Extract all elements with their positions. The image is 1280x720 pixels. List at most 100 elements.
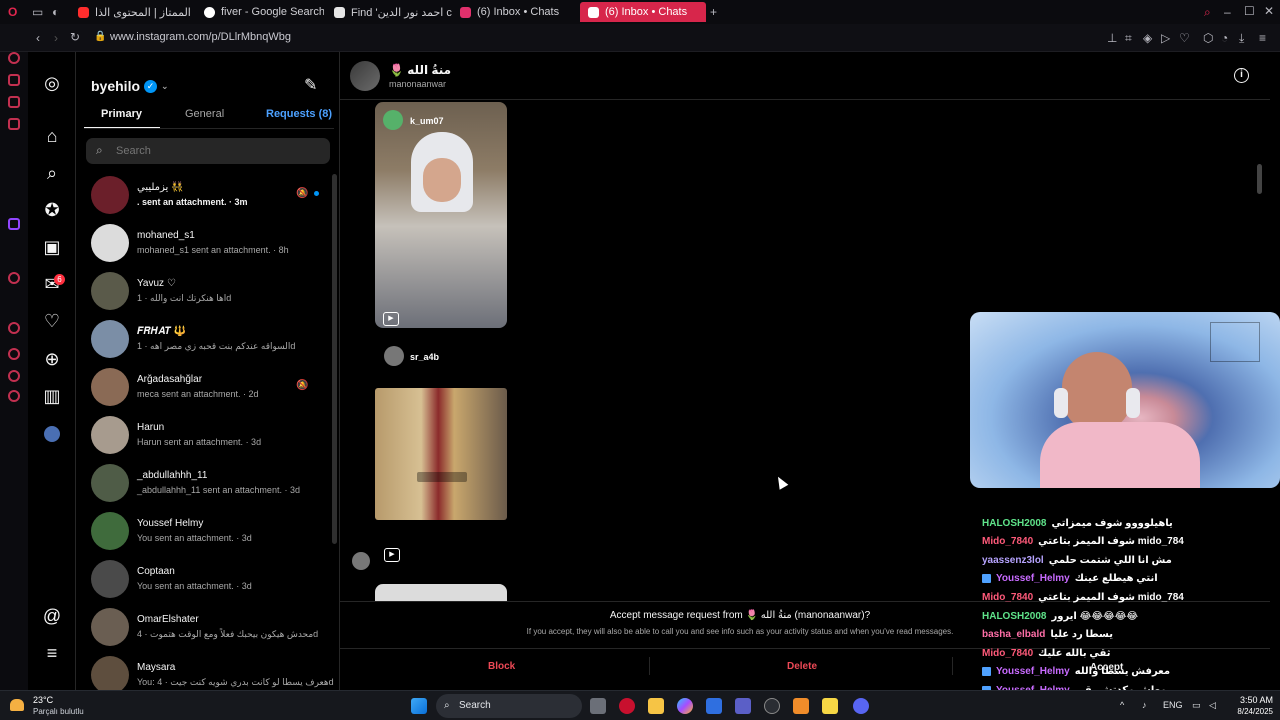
twitch-icon[interactable]: [8, 218, 20, 230]
stream-chat-text: يسطا رد عليا: [1050, 629, 1113, 641]
conversation-item[interactable]: _abdullahhh_11 _abdullahhh_11 sent an att…: [76, 460, 326, 508]
conversation-item[interactable]: OmarElshater محدش هيكون بيحبك فعلاً ومع ا…: [76, 604, 326, 652]
create-icon[interactable]: ⊕: [42, 349, 62, 369]
conversation-item[interactable]: Maysara You: هعرف يسطا لو كانت بدري شويه …: [76, 652, 334, 690]
app-icon[interactable]: [793, 698, 809, 714]
tab-2[interactable]: Find 'احمد نور الدين core': [326, 2, 452, 22]
chevron-up-icon[interactable]: ^: [1120, 700, 1124, 710]
messenger-icon[interactable]: [8, 74, 20, 86]
easy-setup-icon[interactable]: ≡: [1259, 31, 1266, 45]
instagram-rail-icon[interactable]: [8, 118, 20, 130]
info-icon[interactable]: i: [1234, 68, 1249, 83]
threads-icon[interactable]: @: [42, 606, 62, 626]
tab-0[interactable]: السيت الممتاز | المحتوى الذا: [70, 2, 194, 22]
conversation-item[interactable]: Yavuz ♡ اها هنكرتك انت والله · 1d: [76, 268, 326, 316]
conversation-item[interactable]: 𝑭𝑹𝑯𝑨𝑻 🔱 السواقه عندكم بنت قحبه زي مصر اهه…: [76, 316, 326, 364]
delete-button[interactable]: Delete: [787, 661, 817, 672]
keyboard-language[interactable]: ENG: [1163, 700, 1183, 710]
obs-icon[interactable]: [764, 698, 780, 714]
clock-date[interactable]: 8/24/2025: [1227, 707, 1273, 716]
store-icon[interactable]: [706, 698, 722, 714]
volume-icon[interactable]: ◁: [1209, 700, 1216, 711]
conversation-item[interactable]: Harun Harun sent an attachment. · 3d: [76, 412, 326, 460]
new-message-icon[interactable]: ✎: [304, 75, 317, 95]
opera-taskbar-icon[interactable]: [619, 698, 635, 714]
weather-temperature[interactable]: 23°C: [33, 695, 53, 705]
scrollbar[interactable]: [1257, 164, 1262, 194]
workspaces-icon[interactable]: ▭: [32, 5, 43, 19]
play-icon[interactable]: ▷: [1161, 31, 1170, 45]
forward-icon[interactable]: ›: [54, 31, 58, 45]
snapshot-icon[interactable]: ⌗: [1125, 31, 1132, 45]
maximize-icon[interactable]: ☐: [1244, 4, 1255, 18]
new-tab-button[interactable]: +: [710, 5, 717, 19]
history-icon[interactable]: [8, 348, 20, 360]
minimize-icon[interactable]: –: [1224, 5, 1231, 19]
copilot-icon[interactable]: [677, 698, 693, 714]
tab-4-active[interactable]: (6) Inbox • Chats: [580, 2, 706, 22]
pin-icon[interactable]: ⊥: [1107, 31, 1117, 45]
settings-icon[interactable]: [8, 390, 20, 402]
close-icon[interactable]: ✕: [1264, 4, 1274, 18]
tab-1[interactable]: fiver - Google Search: [196, 2, 324, 22]
account-switcher[interactable]: byehilo ✓ ⌄: [91, 78, 169, 94]
explore-icon[interactable]: ✪: [42, 200, 62, 220]
discord-icon[interactable]: [853, 698, 869, 714]
post-username[interactable]: sr_a4b: [410, 352, 439, 362]
profile-icon[interactable]: ◔: [1221, 31, 1228, 45]
conversation-item[interactable]: Coptaan You sent an attachment. · 3d: [76, 556, 326, 604]
instagram-icon[interactable]: ◎: [42, 73, 62, 93]
opera-logo-icon[interactable]: O: [8, 5, 17, 19]
tab-search-icon[interactable]: ◐: [52, 5, 59, 19]
dashboard-icon[interactable]: ▥: [42, 386, 62, 406]
vpn-icon[interactable]: ◈: [1143, 31, 1152, 45]
clock-time[interactable]: 3:50 AM: [1237, 695, 1273, 705]
teams-icon[interactable]: [735, 698, 751, 714]
pinboard-icon[interactable]: [8, 322, 20, 334]
download-icon[interactable]: ⤓: [1239, 31, 1244, 45]
app-icon[interactable]: [822, 698, 838, 714]
reels-icon[interactable]: ▣: [42, 237, 62, 257]
heart-icon[interactable]: ♡: [1179, 31, 1190, 45]
scrollbar[interactable]: [332, 174, 337, 544]
reload-icon[interactable]: ↻: [70, 30, 80, 44]
tab-3[interactable]: (6) Inbox • Chats: [452, 2, 576, 22]
profile-avatar[interactable]: [44, 426, 60, 442]
search-icon[interactable]: ⌕: [1204, 5, 1211, 19]
post-username[interactable]: k_um07: [410, 116, 444, 126]
menu-icon[interactable]: ≡: [42, 643, 62, 663]
network-icon[interactable]: ▭: [1192, 700, 1201, 711]
search-icon[interactable]: ⌕: [42, 163, 62, 183]
whatsapp-icon[interactable]: [8, 96, 20, 108]
aria-icon[interactable]: [8, 52, 20, 64]
music-icon[interactable]: [8, 272, 20, 284]
home-icon[interactable]: ⌂: [42, 126, 62, 146]
task-view-icon[interactable]: [590, 698, 606, 714]
search-field[interactable]: ⌕: [86, 138, 330, 164]
start-icon[interactable]: [411, 698, 427, 714]
microphone-icon[interactable]: ♪: [1142, 700, 1147, 710]
taskbar-search[interactable]: ⌕ Search: [436, 694, 582, 718]
tab-requests[interactable]: Requests (8): [266, 108, 332, 120]
shared-reel-card[interactable]: [375, 388, 507, 520]
back-icon[interactable]: ‹: [36, 31, 40, 45]
extensions-icon[interactable]: ⬡: [1203, 31, 1213, 45]
reels-icon[interactable]: ▶: [384, 548, 400, 562]
block-button[interactable]: Block: [488, 661, 515, 672]
conversation-item[interactable]: mohaned_s1 mohaned_s1 sent an attachment.…: [76, 220, 326, 268]
avatar[interactable]: [350, 61, 380, 91]
file-explorer-icon[interactable]: [648, 698, 664, 714]
weather-description[interactable]: Parçalı bulutlu: [33, 707, 84, 716]
conversation-item[interactable]: يزمليبي 👯 . sent an attachment. · 3m 🔕: [76, 172, 326, 220]
tab-primary[interactable]: Primary: [101, 108, 142, 120]
heart-icon[interactable]: ♡: [42, 311, 62, 331]
conversation-item[interactable]: Youssef Helmy You sent an attachment. · 3…: [76, 508, 326, 556]
shared-reel-card[interactable]: k_um07 ▶: [375, 102, 507, 328]
tab-general[interactable]: General: [185, 108, 224, 120]
url-field[interactable]: www.instagram.com/p/DLlrMbnqWbg: [110, 31, 291, 43]
search-input[interactable]: [116, 141, 316, 161]
chat-contact-name[interactable]: 🌷 منةُ الله: [389, 63, 451, 77]
extensions-rail-icon[interactable]: [8, 370, 20, 382]
weather-icon[interactable]: [10, 699, 24, 711]
conversation-item[interactable]: Arğadasahğlar meca sent an attachment. · …: [76, 364, 326, 412]
